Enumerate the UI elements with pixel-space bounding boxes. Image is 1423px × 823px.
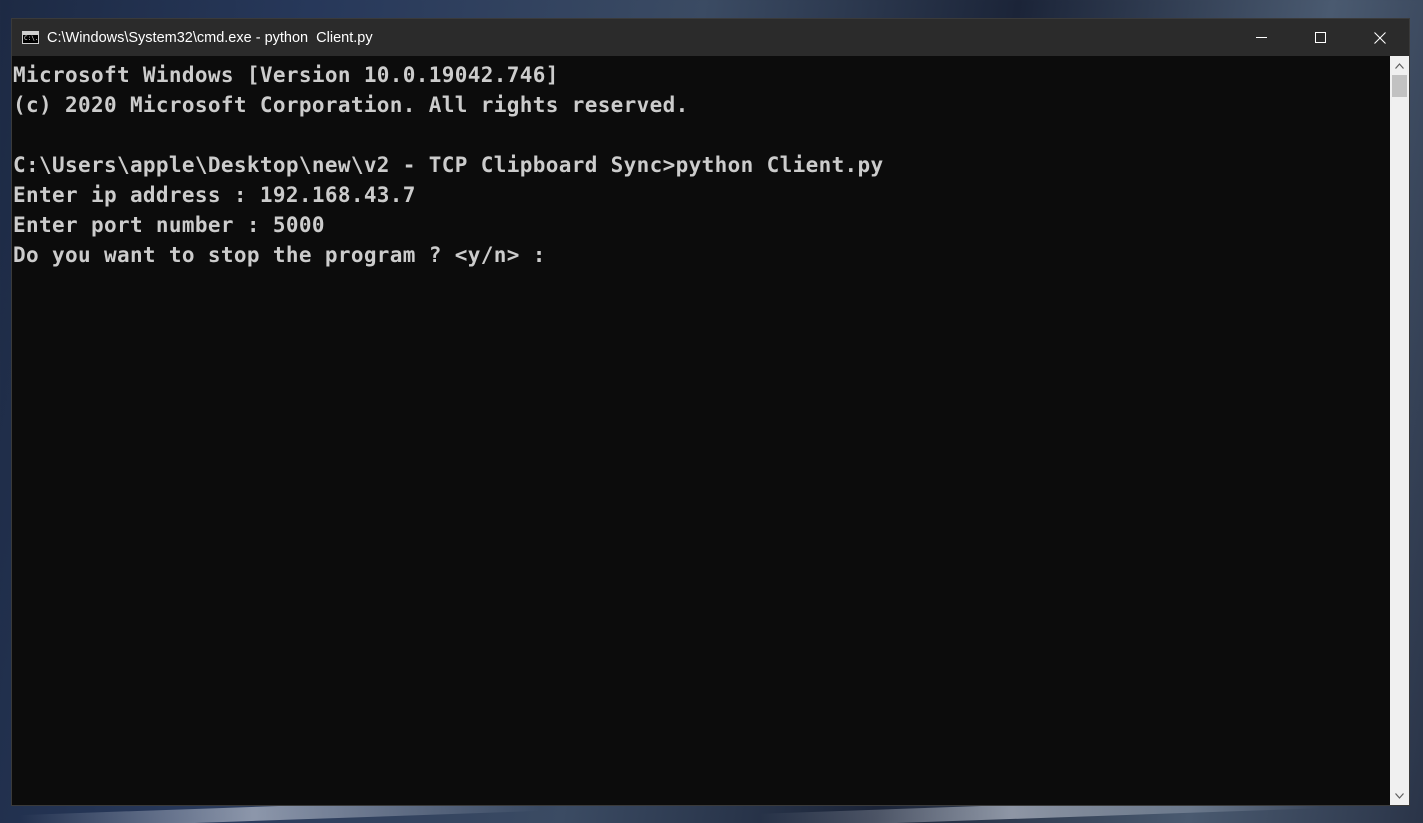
maximize-icon <box>1315 32 1326 43</box>
console-line: Enter port number : 5000 <box>13 213 325 237</box>
console-line: (c) 2020 Microsoft Corporation. All righ… <box>13 93 689 117</box>
window-title: C:\Windows\System32\cmd.exe - python Cli… <box>47 29 373 46</box>
cmd-window: C:\. C:\Windows\System32\cmd.exe - pytho… <box>11 18 1410 806</box>
console-line: Enter ip address : 192.168.43.7 <box>13 183 416 207</box>
close-button[interactable] <box>1350 19 1409 56</box>
title-bar[interactable]: C:\. C:\Windows\System32\cmd.exe - pytho… <box>12 19 1409 56</box>
close-icon <box>1373 31 1386 44</box>
scroll-down-button[interactable] <box>1390 787 1409 804</box>
minimize-icon <box>1256 37 1267 38</box>
minimize-button[interactable] <box>1232 19 1291 56</box>
scroll-thumb[interactable] <box>1392 75 1407 97</box>
console-line: Microsoft Windows [Version 10.0.19042.74… <box>13 63 559 87</box>
chevron-down-icon <box>1395 792 1404 799</box>
maximize-button[interactable] <box>1291 19 1350 56</box>
console-line: C:\Users\apple\Desktop\new\v2 - TCP Clip… <box>13 153 884 177</box>
vertical-scrollbar[interactable] <box>1390 56 1409 805</box>
chevron-up-icon <box>1395 62 1404 69</box>
cmd-app-icon[interactable]: C:\. <box>22 31 39 44</box>
console-output[interactable]: Microsoft Windows [Version 10.0.19042.74… <box>12 56 1390 805</box>
console-prompt-line: Do you want to stop the program ? <y/n> … <box>13 243 546 267</box>
caption-buttons <box>1232 19 1409 56</box>
scroll-up-button[interactable] <box>1390 57 1409 74</box>
cmd-icon-glyph: C:\. <box>24 35 39 42</box>
